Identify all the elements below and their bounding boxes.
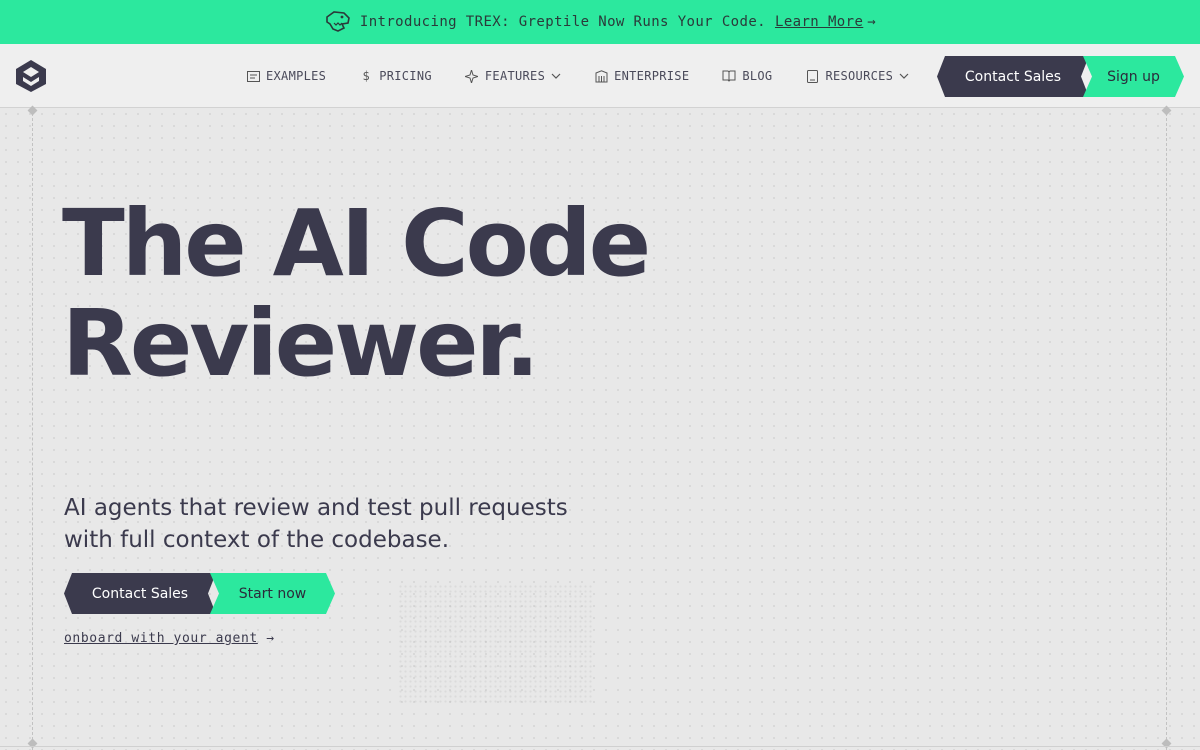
nav-features[interactable]: FEATURES — [465, 69, 561, 83]
headline-line-1: The AI Code — [62, 190, 651, 297]
nav-examples[interactable]: EXAMPLES — [246, 69, 326, 83]
examples-icon — [246, 69, 260, 83]
frame-guide-bottom — [0, 746, 1200, 747]
trex-icon — [324, 9, 352, 35]
nav-features-label: FEATURES — [484, 69, 546, 83]
nav-blog-label: BLOG — [742, 69, 773, 83]
nav-sign-up-button[interactable]: Sign up — [1083, 56, 1184, 97]
frame-guide-left — [32, 108, 33, 750]
announcement-text: Introducing TREX: Greptile Now Runs Your… — [359, 14, 766, 30]
nav-resources-label: RESOURCES — [825, 69, 894, 83]
hero-headline: The AI Code Reviewer. — [62, 194, 762, 394]
nav-links: EXAMPLES $ PRICING FEATURES ENTERPRISE B… — [246, 44, 909, 108]
nav-blog[interactable]: BLOG — [722, 69, 772, 83]
subtext-line-2: with full context of the codebase. — [64, 527, 450, 553]
building-icon — [594, 69, 608, 83]
nav-resources[interactable]: RESOURCES — [805, 69, 909, 83]
nav-examples-label: EXAMPLES — [266, 69, 327, 83]
nav-pricing-label: PRICING — [379, 69, 432, 83]
nav-pricing[interactable]: $ PRICING — [359, 69, 432, 83]
start-now-button[interactable]: Start now — [210, 573, 335, 614]
dot-pattern-decoration — [398, 584, 594, 704]
subtext-line-1: AI agents that review and test pull requ… — [64, 495, 568, 521]
arrow-right-icon: → — [867, 14, 877, 30]
hero-subtext: AI agents that review and test pull requ… — [64, 492, 584, 556]
dollar-icon: $ — [362, 69, 370, 83]
chevron-down-icon — [551, 71, 561, 81]
nav-enterprise-label: ENTERPRISE — [614, 69, 690, 83]
learn-more-link[interactable]: Learn More — [775, 14, 863, 30]
onboard-agent-link[interactable]: onboard with your agent → — [64, 631, 275, 646]
nav-contact-sales-button[interactable]: Contact Sales — [937, 56, 1089, 97]
book-icon — [722, 69, 736, 83]
sparkle-icon — [465, 69, 479, 83]
greptile-logo[interactable] — [14, 58, 48, 94]
headline-line-2: Reviewer. — [62, 290, 540, 397]
nav-enterprise[interactable]: ENTERPRISE — [594, 69, 689, 83]
hero-section: The AI Code Reviewer. AI agents that rev… — [0, 105, 1200, 750]
corner-marker — [1161, 105, 1172, 116]
arrow-right-icon: → — [266, 631, 275, 646]
announcement-bar: Introducing TREX: Greptile Now Runs Your… — [0, 0, 1200, 44]
top-navigation: EXAMPLES $ PRICING FEATURES ENTERPRISE B… — [0, 44, 1200, 108]
corner-marker — [27, 105, 38, 116]
onboard-agent-label: onboard with your agent — [64, 631, 258, 646]
hero-contact-sales-button[interactable]: Contact Sales — [64, 573, 216, 614]
document-icon — [805, 69, 819, 83]
chevron-down-icon — [899, 71, 909, 81]
frame-guide-right — [1166, 108, 1167, 750]
